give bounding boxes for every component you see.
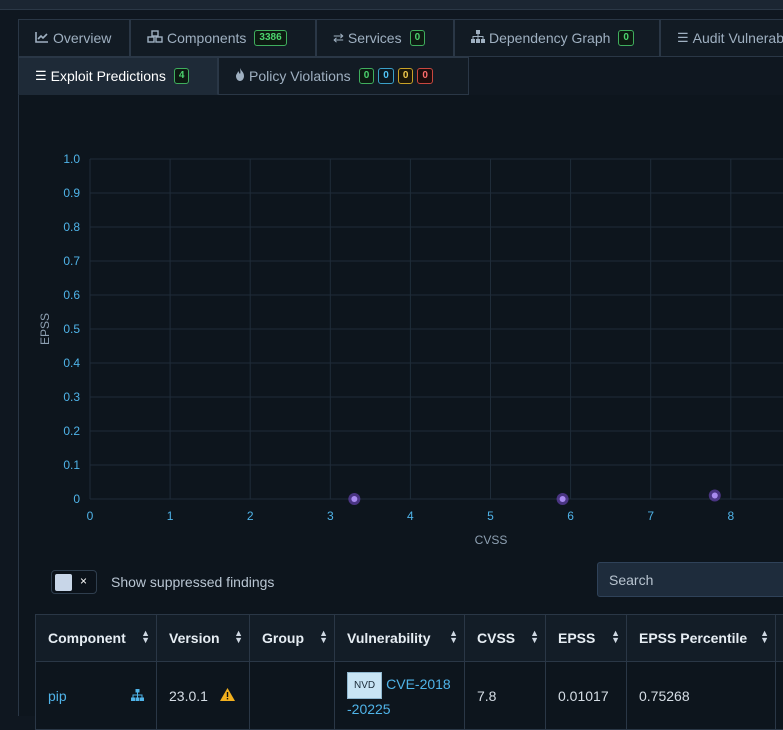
tab-exploit-label: Exploit Predictions [51, 68, 166, 84]
tab-policy-violations[interactable]: Policy Violations 0 0 0 0 [218, 57, 469, 95]
x-tick-label: 4 [407, 509, 414, 523]
cell-group [250, 662, 335, 730]
tab-services[interactable]: ⇄ Services 0 [316, 19, 454, 57]
sort-icon: ▲▼ [611, 630, 620, 644]
dependency-graph-badge: 0 [618, 30, 634, 46]
x-tick-label: 6 [567, 509, 574, 523]
data-point[interactable] [709, 490, 721, 502]
tasks-icon: ☰ [677, 30, 689, 46]
tab-components-label: Components [167, 30, 246, 46]
cell-cvss: 7.8 [465, 662, 546, 730]
y-axis-ticks: 0 0.1 0.2 0.3 0.4 0.5 0.6 0.7 0.8 0.9 1.0 [63, 152, 80, 506]
sort-icon: ▲▼ [449, 630, 458, 644]
x-tick-label: 7 [647, 509, 654, 523]
search-input[interactable] [597, 562, 783, 597]
tasks-icon: ☰ [35, 68, 47, 84]
cell-vulnerability: NVDCVE-2018-20225 [335, 662, 465, 730]
y-tick-label: 0.7 [63, 254, 80, 268]
x-tick-label: 5 [487, 509, 494, 523]
column-header-overflow [776, 615, 783, 662]
services-count-badge: 0 [410, 30, 426, 46]
show-suppressed-label: Show suppressed findings [111, 574, 274, 590]
source-badge: NVD [347, 672, 382, 699]
x-tick-label: 0 [87, 509, 94, 523]
component-link[interactable]: pip [48, 688, 67, 704]
sort-icon: ▲▼ [319, 630, 328, 644]
column-header-group[interactable]: Group▲▼ [250, 615, 335, 662]
sort-icon: ▲▼ [530, 630, 539, 644]
column-header-epss-percentile[interactable]: EPSS Percentile▲▼ [627, 615, 776, 662]
column-header-component[interactable]: Component▲▼ [36, 615, 157, 662]
x-tick-label: 3 [327, 509, 334, 523]
tab-overview[interactable]: Overview [18, 19, 130, 57]
y-axis-label: EPSS [38, 313, 52, 345]
show-suppressed-toggle[interactable]: × [51, 570, 97, 594]
epss-cvss-scatter-chart: 0 0.1 0.2 0.3 0.4 0.5 0.6 0.7 0.8 0.9 1.0 0 1 2 3 4 5 6 7… [0, 95, 783, 555]
cell-version: 23.0.1 [157, 662, 250, 730]
table-header-row: Component▲▼ Version▲▼ Group▲▼ Vulnerabil… [36, 615, 783, 662]
column-header-cvss[interactable]: CVSS▲▼ [465, 615, 546, 662]
data-points [348, 490, 720, 505]
tab-overview-label: Overview [53, 30, 111, 46]
y-tick-label: 0.5 [63, 322, 80, 336]
y-tick-label: 0 [73, 492, 80, 506]
y-tick-label: 0.1 [63, 458, 80, 472]
x-tick-label: 2 [247, 509, 254, 523]
cell-epss: 0.01017 [546, 662, 627, 730]
sitemap-icon [471, 30, 485, 46]
version-value: 23.0.1 [169, 688, 208, 704]
policy-critical-badge: 0 [417, 68, 433, 84]
table-row: pip 23.0.1 NVDCVE-2018-20225 7.8 0.01017… [36, 662, 783, 730]
sort-icon: ▲▼ [234, 630, 243, 644]
top-bar [0, 0, 783, 10]
toggle-off-icon: × [80, 574, 87, 588]
exchange-icon: ⇄ [333, 30, 344, 46]
y-tick-label: 0.4 [63, 356, 80, 370]
x-tick-label: 1 [167, 509, 174, 523]
y-tick-label: 0.2 [63, 424, 80, 438]
y-tick-label: 0.9 [63, 186, 80, 200]
data-point[interactable] [557, 493, 569, 505]
sort-icon: ▲▼ [760, 630, 769, 644]
tab-exploit-predictions[interactable]: ☰ Exploit Predictions 4 [18, 57, 218, 95]
policy-info-badge: 0 [359, 68, 375, 84]
warning-icon [220, 688, 235, 704]
cell-overflow [776, 662, 783, 730]
y-tick-label: 0.8 [63, 220, 80, 234]
data-point[interactable] [348, 493, 360, 505]
cubes-icon [147, 30, 163, 46]
policy-fail-badge: 0 [398, 68, 414, 84]
tab-policy-label: Policy Violations [249, 68, 351, 84]
cell-component: pip [36, 662, 157, 730]
sort-icon: ▲▼ [141, 630, 150, 644]
y-tick-label: 1.0 [63, 152, 80, 166]
cell-epss-percentile: 0.75268 [627, 662, 776, 730]
tab-dependency-graph-label: Dependency Graph [489, 30, 610, 46]
y-tick-label: 0.3 [63, 390, 80, 404]
dependency-tree-icon[interactable] [131, 689, 144, 704]
y-tick-label: 0.6 [63, 288, 80, 302]
column-header-version[interactable]: Version▲▼ [157, 615, 250, 662]
toggle-knob [55, 574, 72, 591]
policy-warn-badge: 0 [378, 68, 394, 84]
chart-line-icon [35, 31, 49, 46]
fire-icon [235, 68, 245, 84]
exploit-count-badge: 4 [174, 68, 190, 84]
chart-grid [90, 159, 783, 499]
x-axis-ticks: 0 1 2 3 4 5 6 7 8 [87, 509, 735, 523]
tab-services-label: Services [348, 30, 402, 46]
tab-audit-label: Audit Vulnerabilities [693, 30, 783, 46]
findings-table: Component▲▼ Version▲▼ Group▲▼ Vulnerabil… [35, 614, 783, 730]
column-header-epss[interactable]: EPSS▲▼ [546, 615, 627, 662]
tab-components[interactable]: Components 3386 [130, 19, 316, 57]
tab-audit-vulnerabilities[interactable]: ☰ Audit Vulnerabilities [660, 19, 783, 57]
x-axis-label: CVSS [475, 533, 508, 547]
column-header-vulnerability[interactable]: Vulnerability▲▼ [335, 615, 465, 662]
components-count-badge: 3386 [254, 30, 286, 46]
x-tick-label: 8 [727, 509, 734, 523]
tab-dependency-graph[interactable]: Dependency Graph 0 [454, 19, 660, 57]
